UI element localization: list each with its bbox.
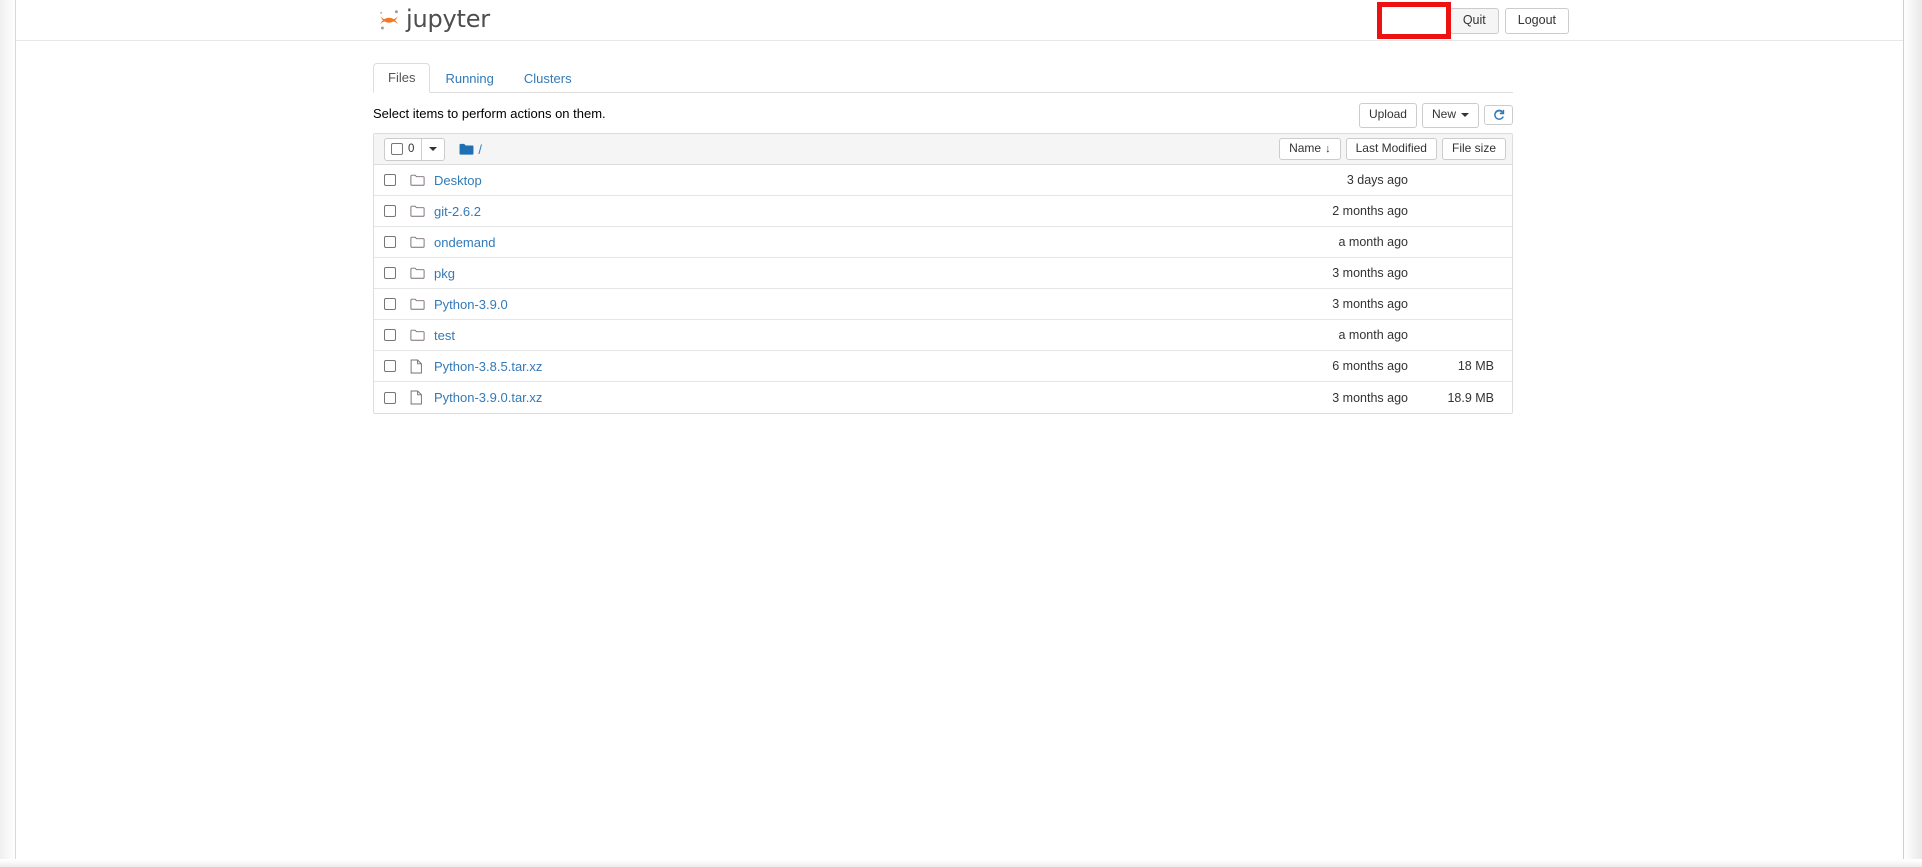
row-checkbox[interactable]: [384, 360, 396, 372]
file-name-link[interactable]: git-2.6.2: [434, 204, 1296, 219]
page-right-shadow: [1904, 0, 1922, 867]
row-checkbox-cell: [384, 174, 410, 186]
file-modified: 6 months ago: [1332, 359, 1408, 373]
file-icon: [410, 390, 434, 405]
selection-dropdown-toggle[interactable]: [422, 139, 444, 160]
file-name-link[interactable]: Desktop: [434, 173, 1296, 188]
refresh-button[interactable]: [1484, 105, 1513, 126]
table-row[interactable]: Python-3.9.0 3 months ago: [374, 289, 1512, 320]
jupyter-logo-icon: [376, 7, 402, 33]
tab-clusters[interactable]: Clusters: [509, 64, 587, 93]
sort-controls: Name ↓ Last Modified File size: [1274, 137, 1506, 161]
folder-icon: [410, 174, 434, 187]
sort-by-name-button[interactable]: Name ↓: [1279, 137, 1341, 161]
select-all-control[interactable]: 0: [385, 138, 423, 160]
folder-icon: [410, 205, 434, 218]
file-name-link[interactable]: pkg: [434, 266, 1296, 281]
brand-text: jupyter: [406, 5, 490, 33]
file-modified: a month ago: [1338, 328, 1409, 342]
refresh-icon: [1492, 109, 1505, 122]
sort-name-label: Name: [1289, 140, 1322, 155]
file-modified: 3 months ago: [1332, 297, 1408, 311]
jupyter-brand[interactable]: jupyter: [376, 1, 490, 39]
select-all-group[interactable]: 0: [384, 137, 446, 161]
dashboard-tabs: Files Running Clusters: [373, 62, 1513, 93]
row-checkbox-cell: [384, 391, 410, 404]
app-header: jupyter Quit Logout: [16, 0, 1903, 41]
file-name-link[interactable]: Python-3.9.0.tar.xz: [434, 390, 1296, 405]
selected-count: 0: [408, 143, 415, 155]
table-row[interactable]: Python-3.8.5.tar.xz 6 months ago 18 MB: [374, 351, 1512, 382]
file-name-link[interactable]: Python-3.8.5.tar.xz: [434, 359, 1296, 374]
file-size: 18 MB: [1457, 359, 1494, 373]
quit-button[interactable]: Quit: [1449, 8, 1499, 34]
file-rows: Desktop 3 days ago git-2.6.2 2 months ago on…: [374, 165, 1512, 413]
sort-by-size-button[interactable]: File size: [1441, 137, 1506, 161]
row-checkbox-cell: [384, 298, 410, 310]
select-all-checkbox[interactable]: [391, 143, 403, 155]
row-checkbox-cell: [384, 205, 410, 217]
file-name-link[interactable]: test: [434, 328, 1296, 343]
folder-filled-icon: [459, 143, 474, 156]
browser-page: jupyter Quit Logout Files Running Cluste…: [0, 0, 1922, 867]
actions-right-group: Upload New: [1354, 103, 1513, 128]
file-modified: 3 months ago: [1332, 266, 1408, 280]
row-checkbox-cell: [384, 360, 410, 372]
row-checkbox[interactable]: [384, 267, 396, 279]
page-bottom-shadow: [0, 859, 1922, 867]
select-items-hint: Select items to perform actions on them.: [373, 106, 606, 121]
page-left-shadow: [0, 0, 15, 867]
row-checkbox[interactable]: [384, 174, 396, 186]
table-row[interactable]: git-2.6.2 2 months ago: [374, 196, 1512, 227]
row-checkbox[interactable]: [384, 391, 396, 404]
file-icon: [410, 359, 434, 374]
table-row[interactable]: ondemand a month ago: [374, 227, 1512, 258]
breadcrumb-path[interactable]: /: [478, 142, 482, 157]
actions-row: Select items to perform actions on them.…: [373, 103, 1513, 129]
folder-icon: [410, 298, 434, 311]
row-checkbox[interactable]: [384, 329, 396, 341]
upload-button[interactable]: Upload: [1358, 103, 1417, 128]
table-row[interactable]: test a month ago: [374, 320, 1512, 351]
file-modified: 3 months ago: [1332, 390, 1408, 405]
page-left-border: [15, 0, 16, 867]
folder-icon: [410, 329, 434, 342]
file-modified: 2 months ago: [1332, 204, 1408, 218]
chevron-down-icon: [429, 147, 438, 151]
breadcrumb[interactable]: /: [459, 142, 482, 157]
new-label: New: [1431, 107, 1456, 121]
file-size: 18.9 MB: [1447, 390, 1494, 405]
page-right-border: [1903, 0, 1904, 867]
row-checkbox[interactable]: [384, 236, 396, 248]
file-name-link[interactable]: Python-3.9.0: [434, 297, 1296, 312]
sort-descending-arrow-icon: ↓: [1325, 142, 1331, 155]
table-row[interactable]: Desktop 3 days ago: [374, 165, 1512, 196]
row-checkbox[interactable]: [384, 205, 396, 217]
chevron-down-icon: [1461, 113, 1469, 117]
table-row[interactable]: pkg 3 months ago: [374, 258, 1512, 289]
header-actions: Quit Logout: [1444, 8, 1569, 34]
folder-icon: [410, 267, 434, 280]
file-list: 0 / Name ↓ Last Modified File size Deskt…: [373, 133, 1513, 414]
table-row[interactable]: Python-3.9.0.tar.xz 3 months ago 18.9 MB: [374, 382, 1512, 413]
new-dropdown-button[interactable]: New: [1421, 103, 1479, 128]
file-list-toolbar: 0 / Name ↓ Last Modified File size: [374, 134, 1512, 165]
row-checkbox-cell: [384, 329, 410, 341]
file-modified: a month ago: [1338, 235, 1409, 249]
folder-icon: [410, 236, 434, 249]
tab-running[interactable]: Running: [430, 64, 508, 93]
sort-by-modified-button[interactable]: Last Modified: [1345, 137, 1437, 161]
row-checkbox-cell: [384, 236, 410, 248]
row-checkbox-cell: [384, 267, 410, 279]
tab-files[interactable]: Files: [373, 62, 431, 93]
file-modified: 3 days ago: [1346, 173, 1408, 187]
row-checkbox[interactable]: [384, 298, 396, 310]
file-name-link[interactable]: ondemand: [434, 235, 1296, 250]
logout-button[interactable]: Logout: [1504, 8, 1569, 34]
